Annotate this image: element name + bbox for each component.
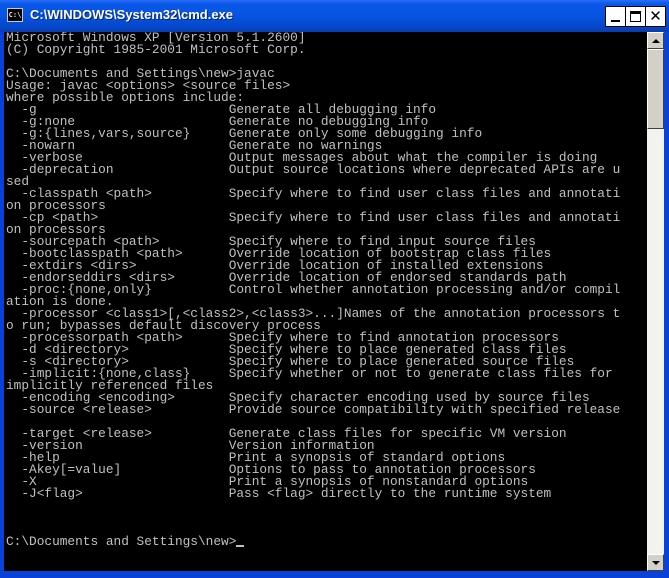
- cmd-icon[interactable]: C:\: [7, 8, 23, 22]
- arrow-up-icon: [652, 39, 660, 43]
- console-line: (C) Copyright 1985-2001 Microsoft Corp.: [6, 42, 306, 57]
- command-prompt[interactable]: C:\Documents and Settings\new>: [6, 534, 236, 549]
- window-title: C:\WINDOWS\System32\cmd.exe: [30, 7, 234, 22]
- close-button[interactable]: ✕: [645, 6, 666, 27]
- scroll-up-button[interactable]: [647, 32, 664, 49]
- scroll-down-button[interactable]: [647, 554, 664, 571]
- scroll-thumb[interactable]: [647, 49, 664, 129]
- console-output: Microsoft Windows XP [Version 5.1.2600] …: [4, 32, 647, 548]
- minimize-icon: [611, 20, 620, 22]
- cmd-window: C:\ C:\WINDOWS\System32\cmd.exe ✕ Micros…: [0, 0, 669, 578]
- title-bar[interactable]: C:\ C:\WINDOWS\System32\cmd.exe ✕: [0, 0, 669, 32]
- minimize-button[interactable]: [605, 6, 626, 27]
- console-line: -source <release> Provide source compati…: [6, 402, 621, 417]
- maximize-icon: [630, 11, 641, 22]
- vertical-scrollbar[interactable]: [647, 32, 664, 571]
- close-icon: ✕: [649, 7, 662, 25]
- console-line: -J<flag> Pass <flag> directly to the run…: [6, 486, 552, 501]
- text-cursor: [236, 545, 245, 547]
- window-frame-bottom: [0, 571, 669, 578]
- arrow-down-icon: [652, 561, 660, 565]
- console-area[interactable]: Microsoft Windows XP [Version 5.1.2600] …: [4, 32, 647, 571]
- maximize-button[interactable]: [625, 6, 646, 27]
- console-line: -deprecation Output source locations whe…: [6, 162, 621, 177]
